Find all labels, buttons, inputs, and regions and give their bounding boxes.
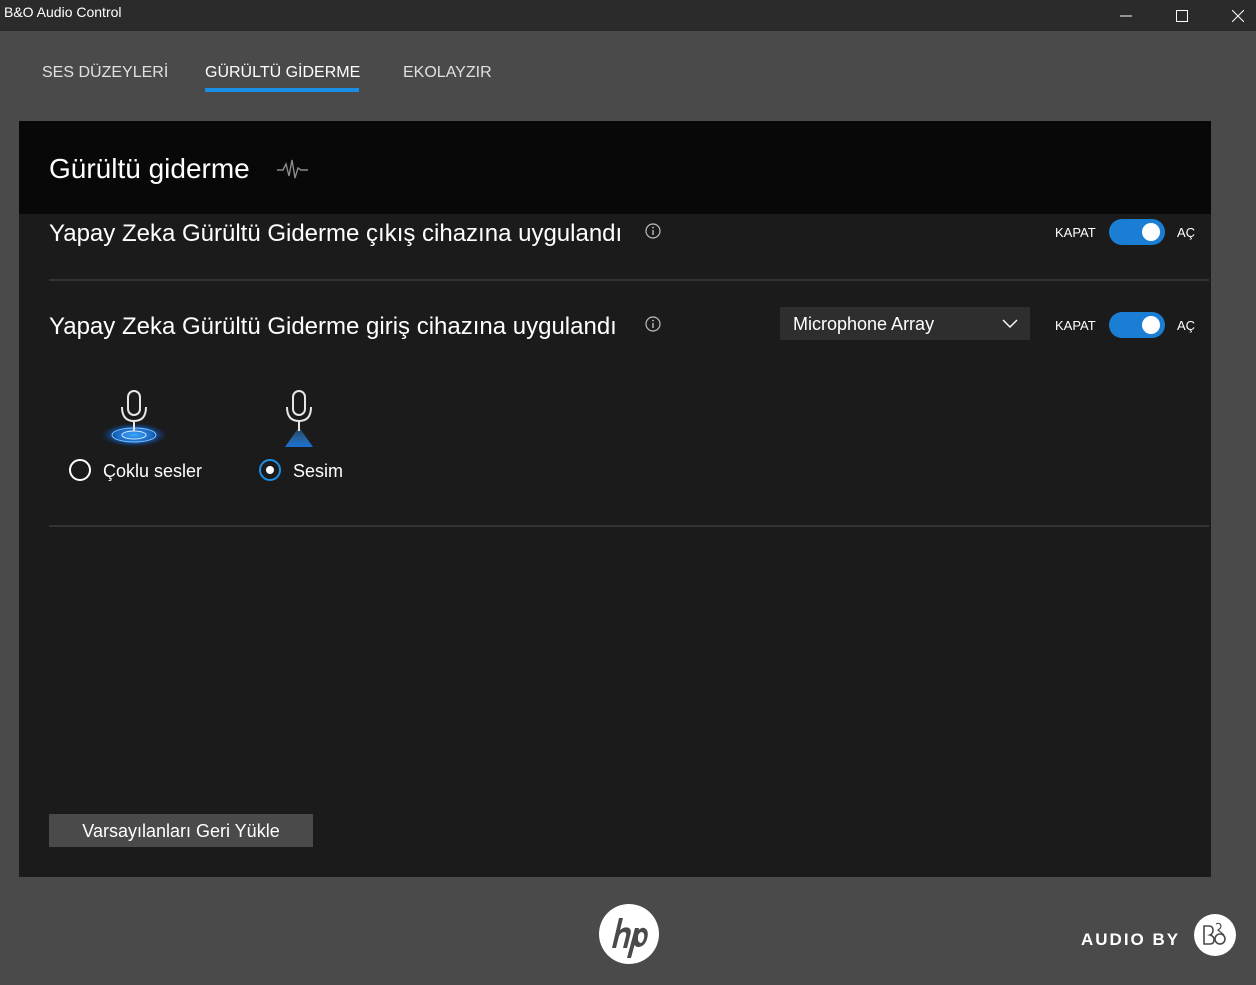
maximize-icon xyxy=(1176,9,1188,22)
input-row-label: Yapay Zeka Gürültü Giderme giriş cihazın… xyxy=(49,313,617,340)
device-dropdown-value: Microphone Array xyxy=(793,314,935,334)
output-off-label: KAPAT xyxy=(1055,225,1096,240)
bo-logo xyxy=(1194,914,1236,956)
panel-title: Gürültü giderme xyxy=(49,153,250,184)
minimize-icon xyxy=(1120,15,1132,16)
divider xyxy=(49,279,1209,281)
hp-logo xyxy=(599,904,659,964)
tab-ses-duzeyleri[interactable]: SES DÜZEYLERİ xyxy=(42,64,168,82)
output-row-label: Yapay Zeka Gürültü Giderme çıkış cihazın… xyxy=(49,220,623,247)
toggle-knob xyxy=(1142,316,1160,334)
waveform-icon xyxy=(277,159,308,179)
divider xyxy=(49,525,1209,527)
info-icon[interactable] xyxy=(645,316,661,332)
tab-ekolayzir[interactable]: EKOLAYZIR xyxy=(403,64,492,82)
radio-my-voice[interactable] xyxy=(259,459,281,481)
tab-bar: SES DÜZEYLERİ GÜRÜLTÜ GİDERME EKOLAYZIR xyxy=(0,31,1256,121)
output-on-label: AÇ xyxy=(1177,225,1196,240)
panel-header: Gürültü giderme xyxy=(19,121,1211,214)
microphone-single-icon xyxy=(285,390,313,447)
input-toggle[interactable] xyxy=(1109,312,1165,338)
title-bar: B&O Audio Control xyxy=(0,0,1256,31)
input-on-label: AÇ xyxy=(1177,318,1196,333)
tab-gurultu-giderme[interactable]: GÜRÜLTÜ GİDERME xyxy=(205,64,360,82)
input-off-label: KAPAT xyxy=(1055,318,1096,333)
restore-defaults-button[interactable]: Varsayılanları Geri Yükle xyxy=(49,814,313,847)
restore-defaults-label: Varsayılanları Geri Yükle xyxy=(82,821,280,841)
output-toggle[interactable] xyxy=(1109,219,1165,245)
radio-selected-dot xyxy=(266,466,274,474)
radio-multiple-voices[interactable] xyxy=(69,459,91,481)
info-icon[interactable] xyxy=(645,223,661,239)
radio-my-voice-label[interactable]: Sesim xyxy=(293,461,343,482)
microphone-multi-icon xyxy=(101,390,167,447)
maximize-button[interactable] xyxy=(1154,0,1210,31)
audio-by-label: AUDIO BY xyxy=(1081,930,1181,949)
chevron-down-icon xyxy=(1002,319,1018,328)
noise-cancellation-panel: Gürültü giderme Yapay Zeka Gürültü Gider… xyxy=(19,121,1211,877)
close-icon xyxy=(1232,9,1244,22)
radio-multiple-voices-label[interactable]: Çoklu sesler xyxy=(103,461,202,482)
close-button[interactable] xyxy=(1210,0,1256,31)
window-title: B&O Audio Control xyxy=(4,4,122,20)
active-tab-indicator xyxy=(205,88,359,92)
toggle-knob xyxy=(1142,223,1160,241)
device-dropdown[interactable]: Microphone Array xyxy=(780,307,1030,340)
minimize-button[interactable] xyxy=(1098,0,1154,31)
